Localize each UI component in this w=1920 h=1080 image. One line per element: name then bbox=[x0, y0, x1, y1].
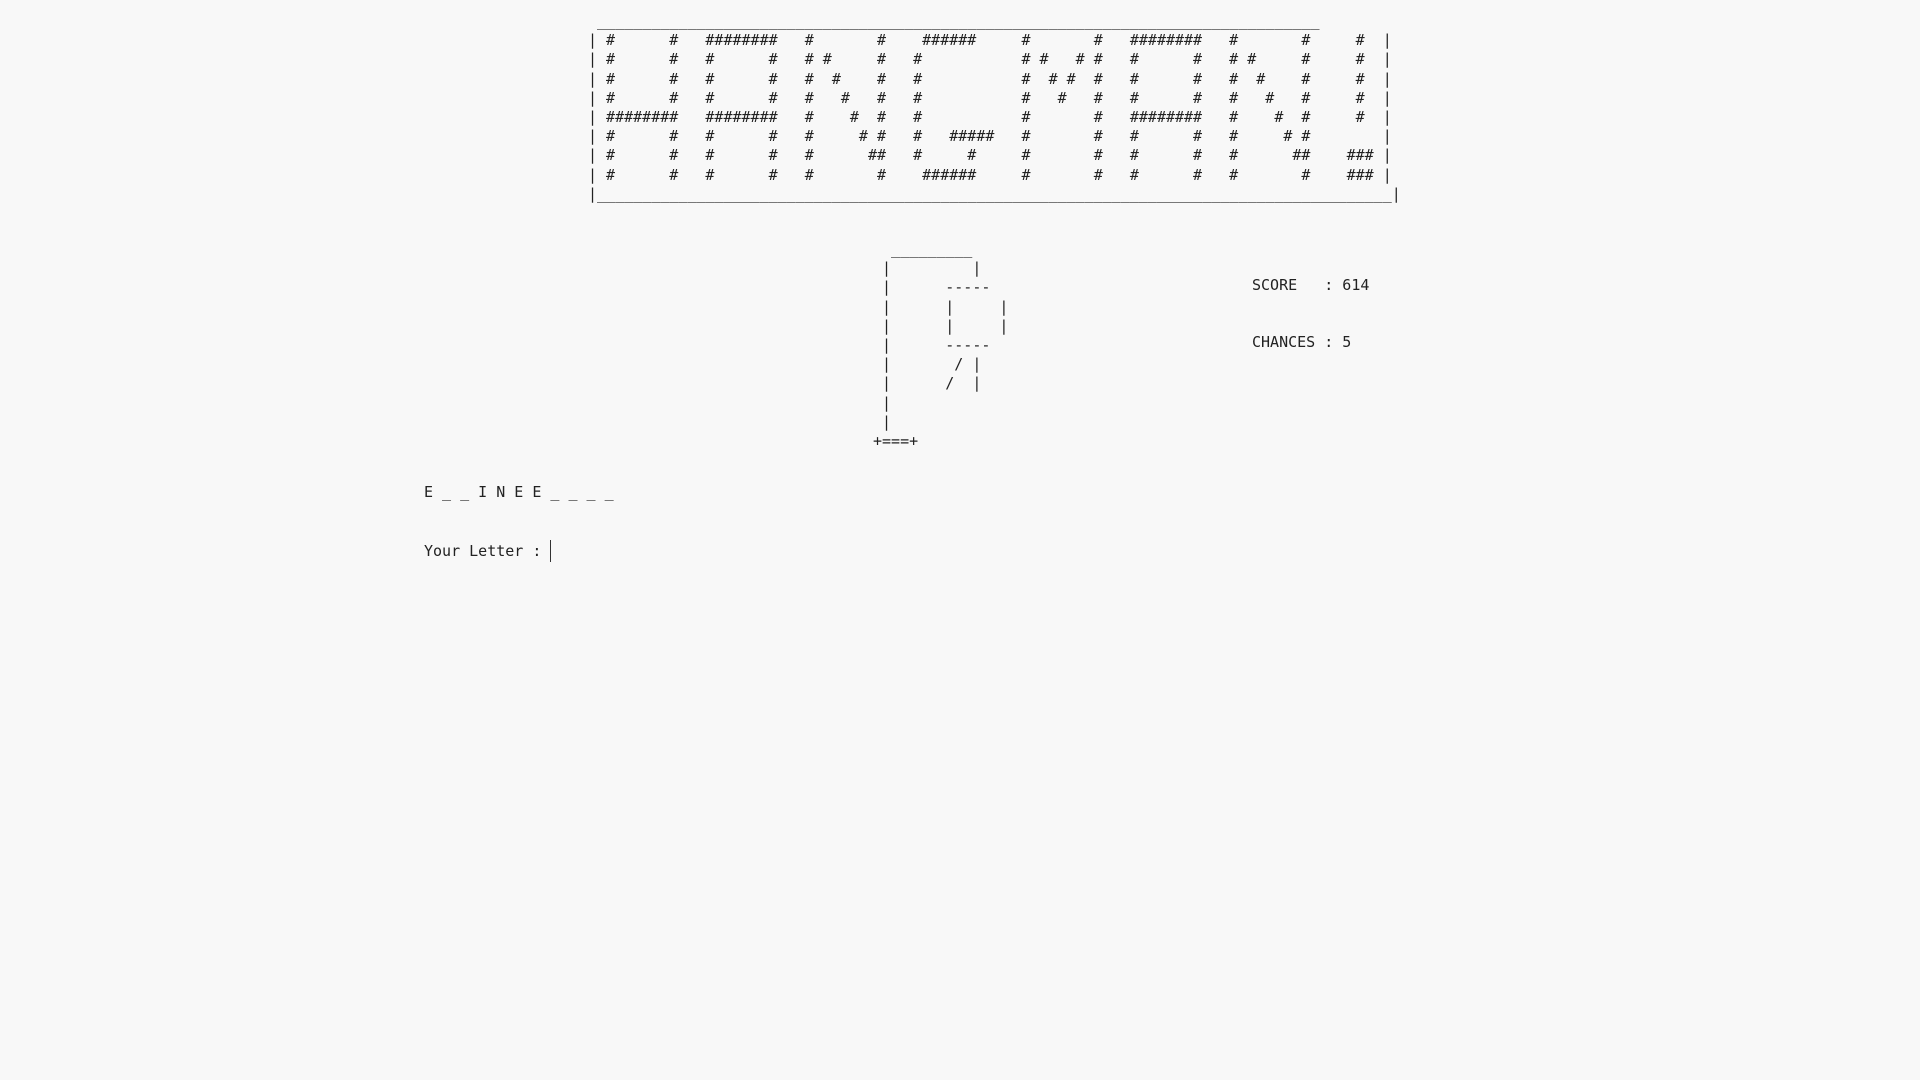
hangman-gallows: _________ | | | ----- | | | | | | | ----… bbox=[873, 240, 1009, 451]
chances-display: CHANCES : 5 bbox=[1252, 333, 1352, 351]
word-progress: E _ _ I N E E _ _ _ _ bbox=[424, 483, 614, 501]
letter-prompt-label: Your Letter : bbox=[424, 542, 542, 560]
letter-prompt-row: Your Letter : bbox=[424, 540, 852, 562]
title-banner: ________________________________________… bbox=[588, 12, 1401, 203]
letter-input[interactable] bbox=[550, 540, 852, 562]
score-display: SCORE : 614 bbox=[1252, 276, 1370, 294]
